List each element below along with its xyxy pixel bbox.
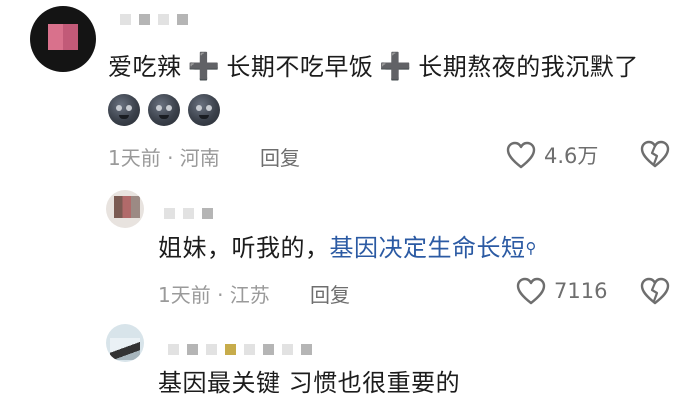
username-blurred[interactable] xyxy=(120,14,188,25)
search-icon[interactable]: ⚲ xyxy=(526,239,538,257)
comment-text-part: 长期不吃早饭 xyxy=(226,53,374,81)
comment-text-part: 长期熬夜的我沉默了 xyxy=(418,53,639,81)
comment-text-part: 爱吃辣 xyxy=(108,53,182,81)
broken-heart-icon xyxy=(640,140,670,168)
comment-meta: 1天前 · 江苏 xyxy=(158,283,270,307)
like-button[interactable]: 4.6万 xyxy=(506,140,598,170)
like-count: 7116 xyxy=(554,279,608,303)
like-count: 4.6万 xyxy=(544,144,599,168)
reply-button[interactable]: 回复 xyxy=(260,142,300,171)
avatar[interactable] xyxy=(106,190,144,228)
avatar[interactable] xyxy=(106,324,144,362)
broken-heart-icon xyxy=(640,277,670,305)
emoji-row xyxy=(108,94,220,126)
comment-text-part: 姐妹，听我的， xyxy=(158,234,330,262)
username-blurred[interactable] xyxy=(164,208,213,219)
comment-text: 爱吃辣 ➕ 长期不吃早饭 ➕ 长期熬夜的我沉默了 xyxy=(108,52,639,82)
plus-emoji: ➕ xyxy=(379,52,413,82)
heart-outline-icon xyxy=(516,277,546,305)
dislike-button[interactable] xyxy=(640,140,670,168)
like-button[interactable]: 7116 xyxy=(516,277,607,305)
heart-outline-icon xyxy=(506,141,536,169)
search-link[interactable]: 基因决定生命长短 xyxy=(330,234,526,262)
username-blurred[interactable] xyxy=(168,344,312,355)
comment-text: 基因最关键 习惯也很重要的 xyxy=(158,369,461,397)
reply-button[interactable]: 回复 xyxy=(310,279,350,308)
comment-text: 姐妹，听我的，基因决定生命长短⚲ xyxy=(158,233,537,263)
comment-meta: 1天前 · 河南 xyxy=(108,146,220,170)
silent-face-emoji xyxy=(188,94,220,126)
avatar-mosaic xyxy=(110,338,140,360)
dislike-button[interactable] xyxy=(640,277,670,305)
avatar[interactable] xyxy=(30,6,96,72)
avatar-mosaic xyxy=(48,24,78,50)
avatar-mosaic xyxy=(114,196,140,218)
plus-emoji: ➕ xyxy=(187,52,221,82)
silent-face-emoji xyxy=(148,94,180,126)
silent-face-emoji xyxy=(108,94,140,126)
